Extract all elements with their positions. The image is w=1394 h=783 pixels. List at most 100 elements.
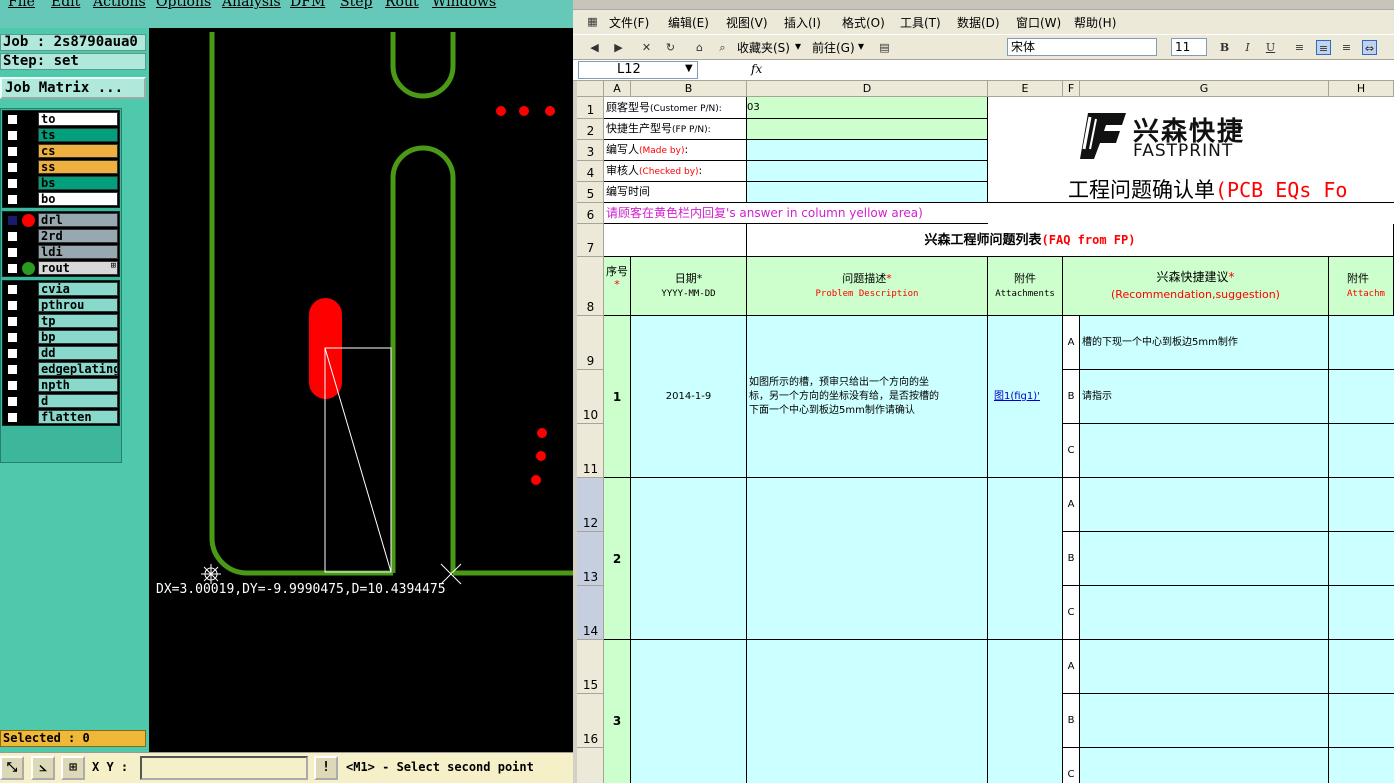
layer-checkbox[interactable]: [7, 177, 18, 189]
layer-name[interactable]: dd: [38, 346, 118, 360]
row-header[interactable]: 9: [577, 316, 604, 370]
layer-row-rout[interactable]: rout ⊞: [3, 260, 119, 276]
layer-row-cs[interactable]: cs: [3, 143, 119, 159]
option-attachment[interactable]: [1329, 532, 1394, 586]
layer-checkbox[interactable]: [7, 331, 18, 343]
layer-name[interactable]: bp: [38, 330, 118, 344]
bold-icon[interactable]: B: [1217, 40, 1232, 55]
option-text[interactable]: [1080, 478, 1329, 532]
row-header[interactable]: 1: [577, 97, 604, 119]
row-header[interactable]: 7: [577, 224, 604, 257]
menu-file[interactable]: File: [8, 0, 35, 10]
graphics-canvas[interactable]: [149, 28, 573, 752]
menu-format-cn[interactable]: 格式(O): [842, 14, 885, 31]
layer-name[interactable]: flatten: [38, 410, 118, 424]
layer-color-slot[interactable]: [22, 331, 35, 344]
grid-icon[interactable]: ⊞: [61, 756, 85, 780]
layer-row-edgeplating[interactable]: edgeplating: [3, 361, 119, 377]
layer-name[interactable]: rout: [38, 261, 118, 275]
layer-checkbox[interactable]: [7, 129, 18, 141]
layer-color-slot[interactable]: [22, 193, 35, 206]
layer-row-bp[interactable]: bp: [3, 329, 119, 345]
layer-color-slot[interactable]: [22, 379, 35, 392]
expand-icon[interactable]: ⊞: [111, 261, 116, 271]
layer-color-slot[interactable]: [22, 411, 35, 424]
back-icon[interactable]: ◀: [587, 40, 602, 55]
search-icon[interactable]: ⌕: [715, 40, 730, 55]
option-attachment[interactable]: [1329, 586, 1394, 640]
layer-checkbox[interactable]: [7, 145, 18, 157]
row-header[interactable]: 8: [577, 257, 604, 316]
row-header[interactable]: [577, 748, 604, 783]
layer-row-ldi[interactable]: ldi: [3, 244, 119, 260]
layer-name[interactable]: bs: [38, 176, 118, 190]
made-by-value[interactable]: [747, 140, 988, 161]
layer-color-slot[interactable]: [22, 129, 35, 142]
row-header[interactable]: 16: [577, 694, 604, 748]
layer-name[interactable]: npth: [38, 378, 118, 392]
layer-name[interactable]: cs: [38, 144, 118, 158]
layer-checkbox[interactable]: [7, 347, 18, 359]
layer-name[interactable]: pthrou: [38, 298, 118, 312]
layer-name[interactable]: ts: [38, 128, 118, 142]
menu-data-cn[interactable]: 数据(D): [957, 14, 1000, 31]
option-text[interactable]: [1080, 694, 1329, 748]
dropdown-arrow-icon[interactable]: ▾: [858, 39, 864, 53]
layer-name[interactable]: 2rd: [38, 229, 118, 243]
item-problem[interactable]: [747, 478, 988, 640]
menu-analysis[interactable]: Analysis: [222, 0, 281, 10]
layer-color-slot[interactable]: [22, 299, 35, 312]
layer-checkbox[interactable]: [7, 411, 18, 423]
menu-file-cn[interactable]: 文件(F): [609, 14, 649, 31]
italic-icon[interactable]: I: [1240, 40, 1255, 55]
go-menu[interactable]: 前往(G): [812, 39, 855, 56]
option-attachment[interactable]: [1329, 478, 1394, 532]
layer-row-cvia[interactable]: cvia: [3, 281, 119, 297]
col-header-e[interactable]: E: [988, 81, 1063, 97]
layer-row-ts[interactable]: ts: [3, 127, 119, 143]
col-header-b[interactable]: B: [631, 81, 747, 97]
layer-name[interactable]: cvia: [38, 282, 118, 296]
snap-icon[interactable]: ⤡: [0, 756, 24, 780]
item-attachment-link[interactable]: [988, 478, 1063, 640]
row-header[interactable]: 11: [577, 424, 604, 478]
item-date[interactable]: 2014-1-9: [631, 316, 747, 478]
layer-name[interactable]: bo: [38, 192, 118, 206]
layer-name[interactable]: drl: [38, 213, 118, 227]
option-text[interactable]: [1080, 748, 1329, 783]
home-icon[interactable]: ⌂: [692, 40, 707, 55]
layer-color-dot[interactable]: [22, 261, 35, 275]
row-header[interactable]: 2: [577, 119, 604, 140]
layer-row-d[interactable]: d: [3, 393, 119, 409]
layer-checkbox[interactable]: [7, 161, 18, 173]
layer-color-slot[interactable]: [22, 315, 35, 328]
row-header[interactable]: 6: [577, 203, 604, 224]
align-center-icon[interactable]: ≡: [1316, 40, 1331, 55]
menu-edit-cn[interactable]: 编辑(E): [668, 14, 709, 31]
menu-step[interactable]: Step: [340, 0, 372, 10]
option-text[interactable]: [1080, 424, 1329, 478]
layer-row-2rd[interactable]: 2rd: [3, 228, 119, 244]
layer-name[interactable]: ldi: [38, 245, 118, 259]
option-attachment[interactable]: [1329, 424, 1394, 478]
layer-row-bo[interactable]: bo: [3, 191, 119, 207]
fx-icon[interactable]: fx: [751, 62, 762, 76]
row-header[interactable]: 15: [577, 640, 604, 694]
layer-checkbox[interactable]: [7, 113, 18, 125]
layer-checkbox[interactable]: [7, 315, 18, 327]
layer-row-to[interactable]: to: [3, 111, 119, 127]
checked-by-value[interactable]: [747, 161, 988, 182]
select-all-corner[interactable]: [577, 81, 604, 97]
option-attachment[interactable]: [1329, 748, 1394, 783]
col-header-f[interactable]: F: [1063, 81, 1080, 97]
layer-color-slot[interactable]: [22, 161, 35, 174]
option-attachment[interactable]: [1329, 316, 1394, 370]
menu-help-cn[interactable]: 帮助(H): [1074, 14, 1116, 31]
layer-row-pthrou[interactable]: pthrou: [3, 297, 119, 313]
layer-name[interactable]: edgeplating: [38, 362, 118, 376]
item-attachment-link[interactable]: [988, 640, 1063, 783]
layer-checkbox[interactable]: [7, 193, 18, 205]
option-text[interactable]: 槽的下现一个中心到板边5mm制作: [1080, 316, 1329, 370]
layer-row-dd[interactable]: dd: [3, 345, 119, 361]
layer-color-dot[interactable]: [22, 213, 35, 227]
